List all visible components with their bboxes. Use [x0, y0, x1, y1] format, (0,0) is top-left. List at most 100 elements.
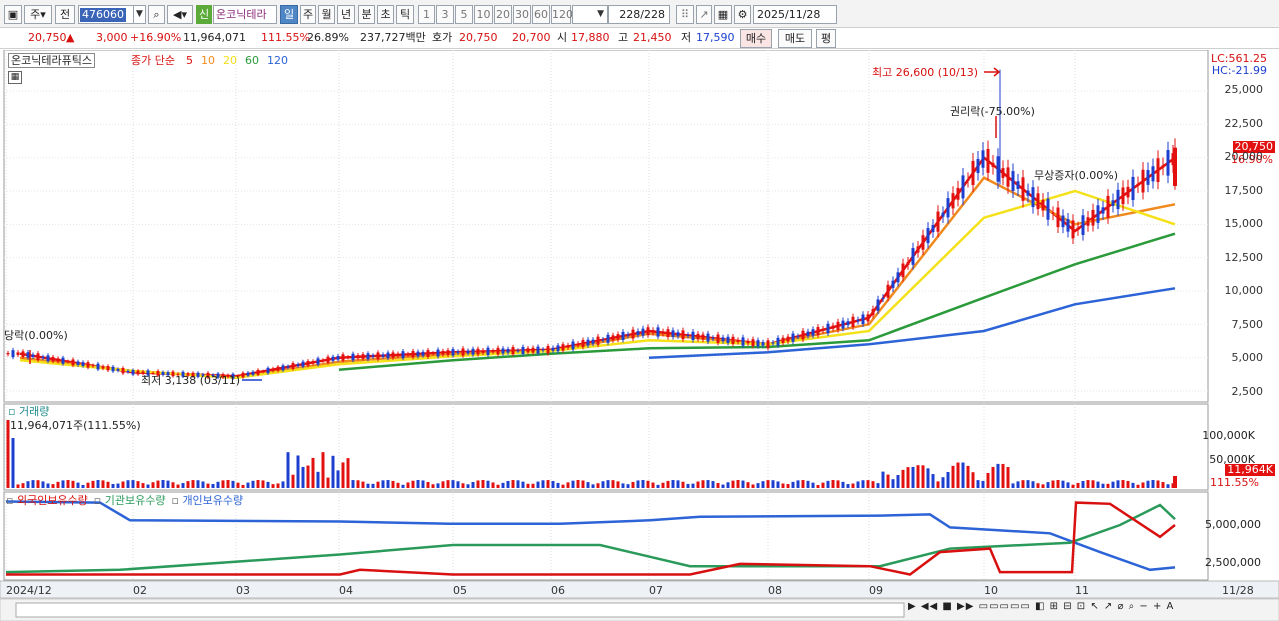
candle-body	[411, 351, 415, 358]
sound-icon[interactable]: ◀▾	[167, 5, 193, 24]
buy-button[interactable]: 매수	[740, 29, 772, 48]
volume-bar	[41, 481, 45, 488]
range-button[interactable]: 10	[474, 5, 493, 24]
candle-body	[801, 330, 805, 340]
range-button[interactable]: 3	[436, 5, 454, 24]
volume-bar	[886, 474, 890, 488]
candle-body	[991, 162, 995, 167]
candle-body	[731, 336, 735, 345]
volume-bar	[386, 480, 390, 488]
timeframe-button[interactable]: 주	[300, 5, 316, 24]
ma-legend-item[interactable]: 5	[186, 54, 193, 67]
timeframe-button[interactable]: 틱	[396, 5, 414, 24]
ma-legend-item[interactable]: 20	[223, 54, 237, 67]
stock-chart-svg[interactable]	[0, 50, 1279, 621]
ma-legend-item[interactable]: 10	[201, 54, 215, 67]
candle-body	[91, 365, 95, 367]
tools-icon[interactable]: ▦	[714, 5, 732, 24]
range-button[interactable]: 20	[494, 5, 512, 24]
candle-body	[466, 350, 470, 354]
range-dropdown[interactable]: ▼	[572, 5, 608, 24]
range-button[interactable]: 5	[455, 5, 473, 24]
volume-bar	[101, 480, 105, 488]
rights-annotation: 권리락(-75.00%)	[950, 105, 1035, 118]
timeframe-button[interactable]: 년	[337, 5, 355, 24]
stock-name-field[interactable]: 온코닉테라	[213, 5, 277, 24]
candle-body	[401, 351, 405, 359]
date-field[interactable]: 2025/11/28	[753, 5, 837, 24]
volume-bar	[741, 480, 745, 488]
draw-line-icon[interactable]: ↗	[696, 5, 712, 24]
holdings-legend-item[interactable]: 개인보유수량	[182, 494, 243, 507]
volume-bar	[591, 484, 595, 488]
sell-button[interactable]: 매도	[778, 29, 812, 48]
eval-button[interactable]: 평	[816, 29, 836, 48]
search-icon[interactable]: ⌕	[148, 5, 165, 24]
table-icon[interactable]: ▦	[8, 71, 22, 84]
timeframe-button[interactable]: 초	[377, 5, 394, 24]
holdings-legend-item[interactable]: 기관보유수량	[105, 494, 166, 507]
candle-body	[491, 350, 495, 352]
timeframe-button[interactable]: 월	[318, 5, 335, 24]
candle-body	[46, 355, 50, 362]
candle-body	[611, 335, 615, 341]
candle-body	[836, 321, 840, 330]
code-dropdown-icon[interactable]: ▼	[133, 5, 146, 24]
candle-body	[61, 357, 65, 364]
candle-body	[951, 193, 955, 209]
chart-area[interactable]: 온코닉테라퓨틱스 종가 단순 5 10 20 60 120 ▦ LC:561.25 HC…	[0, 50, 1279, 621]
volume-bar	[641, 480, 645, 488]
volume-bar	[726, 482, 730, 488]
volume-bar	[381, 480, 385, 488]
volume-bar	[306, 465, 310, 488]
volume-bar	[356, 480, 360, 488]
volume-bar	[166, 480, 170, 488]
ma-legend-item[interactable]: 120	[267, 54, 288, 67]
volume-bar	[826, 480, 830, 488]
prev-button[interactable]: 전	[55, 5, 75, 24]
y-tick-label: 7,500	[1231, 317, 1264, 331]
volume-bar	[1051, 480, 1055, 488]
volume-bar	[361, 481, 365, 488]
stock-label-box[interactable]: 온코닉테라퓨틱스	[8, 53, 95, 68]
volume-bar	[411, 480, 415, 488]
volume-bar	[451, 480, 455, 488]
candle-body	[1121, 187, 1125, 205]
volume-bar	[56, 481, 60, 488]
volume-bar	[606, 480, 610, 488]
gear-icon[interactable]: ⚙	[734, 5, 751, 24]
range-button[interactable]: 30	[513, 5, 531, 24]
volume-bar	[1131, 482, 1135, 488]
volume-bar	[1156, 480, 1160, 488]
price-panel-frame	[3, 50, 1209, 403]
timeframe-button[interactable]: 분	[358, 5, 375, 24]
candle-body	[276, 366, 280, 371]
volume-bar	[496, 484, 500, 488]
candle-body	[321, 360, 325, 362]
range-button[interactable]: 120	[551, 5, 573, 24]
ma-legend-item[interactable]: 60	[245, 54, 259, 67]
volume-bar	[251, 480, 255, 488]
candle-body	[311, 361, 315, 364]
range-button[interactable]: 60	[532, 5, 550, 24]
nav-controls[interactable]: ▶ ◀◀ ■ ▶▶ ▭▭▭▭▭ ◧ ⊞ ⊟ ⊡ ↖ ↗ ⌀ ⌕ − + A	[908, 601, 1174, 612]
range-button[interactable]: 1	[418, 5, 435, 24]
holdings-legend-item[interactable]: 외국인보유수량	[17, 494, 88, 507]
candle-body	[756, 340, 760, 347]
timeframe-button[interactable]: 일	[280, 5, 298, 24]
grid-icon[interactable]: ⠿	[676, 5, 694, 24]
candle-body	[76, 361, 80, 365]
volume-bar	[21, 483, 25, 488]
candle-body	[1101, 207, 1105, 214]
candle-body	[946, 198, 950, 218]
window-menu-icon[interactable]: ▣	[4, 5, 22, 24]
period-select[interactable]: 주▾	[24, 5, 52, 24]
candle-body	[616, 334, 620, 340]
volume-bar	[366, 483, 370, 488]
legend-square-icon: ▫	[171, 494, 183, 507]
stock-code-input[interactable]: 476060	[78, 5, 136, 24]
volume-bar	[106, 481, 110, 488]
candle-body	[1061, 215, 1065, 228]
candle-body	[336, 355, 340, 360]
volume-bar	[1046, 482, 1050, 488]
